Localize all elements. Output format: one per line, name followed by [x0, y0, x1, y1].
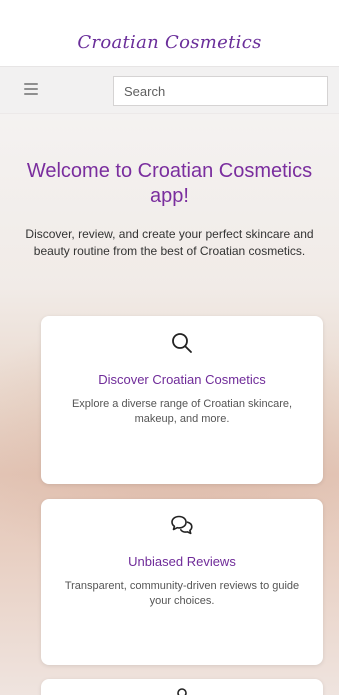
feature-description: Explore a diverse range of Croatian skin…	[71, 398, 293, 425]
hero-section: Welcome to Croatian Cosmetics app! Disco…	[0, 114, 339, 695]
welcome-heading: Welcome to Croatian Cosmetics app!	[26, 160, 313, 207]
chat-bubbles-icon	[171, 515, 193, 535]
search-input[interactable]	[113, 76, 328, 106]
feature-card-discover[interactable]: Discover Croatian Cosmetics Explore a di…	[41, 316, 323, 484]
top-bar	[0, 66, 339, 114]
app-brand-title: Croatian Cosmetics	[77, 32, 262, 53]
partial-feature-icon	[177, 688, 187, 695]
feature-title: Discover Croatian Cosmetics	[98, 372, 266, 387]
intro-text: Discover, review, and create your perfec…	[25, 227, 314, 258]
feature-description: Transparent, community-driven reviews to…	[64, 580, 300, 607]
feature-card-partial[interactable]	[41, 679, 323, 695]
feature-title: Unbiased Reviews	[128, 554, 236, 569]
feature-card-reviews[interactable]: Unbiased Reviews Transparent, community-…	[41, 499, 323, 665]
hamburger-menu-icon[interactable]	[24, 83, 38, 95]
search-icon	[172, 333, 192, 353]
